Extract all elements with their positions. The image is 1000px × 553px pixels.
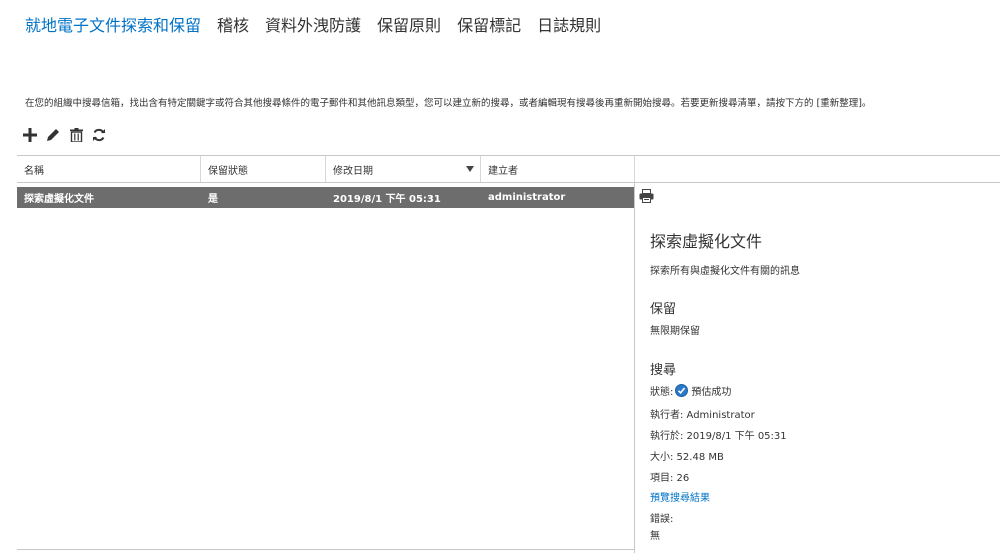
new-button[interactable]: [19, 124, 41, 146]
cell-modified-date: 2019/8/1 下午 05:31: [333, 194, 441, 205]
column-header-created-by[interactable]: 建立者: [481, 156, 635, 182]
column-header-modified-date[interactable]: 修改日期: [326, 156, 481, 182]
delete-button[interactable]: [65, 124, 87, 146]
grid-header: 名稱 保留狀態 修改日期 建立者: [17, 155, 1000, 183]
grid-bottom-border: [17, 549, 635, 550]
status-label: 狀態:: [650, 387, 674, 398]
column-header-spacer: [635, 156, 1000, 182]
detail-title: 探索虛擬化文件: [650, 232, 763, 251]
top-nav: 就地電子文件探索和保留 稽核 資料外洩防護 保留原則 保留標記 日誌規則: [25, 12, 617, 36]
errors-value: 無: [650, 531, 660, 542]
column-header-hold-status[interactable]: 保留狀態: [201, 156, 326, 182]
hold-heading: 保留: [650, 302, 677, 317]
tab-dlp[interactable]: 資料外洩防護: [265, 12, 361, 36]
search-heading: 搜尋: [650, 363, 677, 378]
status-line: 狀態: 預估成功: [650, 383, 731, 398]
tab-retention-policies[interactable]: 保留原則: [377, 12, 441, 36]
edit-button[interactable]: [42, 124, 64, 146]
cell-created-by: administrator: [488, 192, 566, 203]
cell-name: 探索虛擬化文件: [24, 194, 94, 205]
table-row[interactable]: 探索虛擬化文件 是 2019/8/1 下午 05:31 administrato…: [17, 187, 635, 208]
checkmark-icon: [675, 384, 689, 397]
preview-results-link[interactable]: 預覽搜尋結果: [650, 489, 710, 504]
result-size: 大小: 52.48 MB: [650, 452, 724, 463]
print-button[interactable]: [639, 188, 654, 207]
status-value: 預估成功: [691, 387, 732, 398]
refresh-icon: [93, 128, 105, 142]
column-header-modified-label: 修改日期: [333, 165, 373, 177]
pane-divider: [634, 183, 635, 553]
refresh-button[interactable]: [88, 124, 110, 146]
tab-auditing[interactable]: 稽核: [217, 12, 249, 36]
hold-value: 無限期保留: [650, 326, 700, 337]
tab-journal-rules[interactable]: 日誌規則: [537, 12, 601, 36]
plus-icon: [23, 128, 37, 142]
pencil-icon: [47, 129, 59, 141]
intro-text: 在您的組織中搜尋信箱，找出含有特定關鍵字或符合其他搜尋條件的電子郵件和其他訊息類…: [25, 98, 872, 109]
run-at: 執行於: 2019/8/1 下午 05:31: [650, 431, 787, 442]
printer-icon: [639, 189, 654, 203]
cell-hold-status: 是: [208, 194, 218, 205]
toolbar: [19, 124, 111, 146]
tab-ediscovery-hold[interactable]: 就地電子文件探索和保留: [25, 12, 201, 36]
detail-description: 探索所有與虛擬化文件有關的訊息: [650, 266, 800, 277]
tab-retention-tags[interactable]: 保留標記: [457, 12, 521, 36]
run-by: 執行者: Administrator: [650, 410, 755, 421]
errors-label: 錯誤:: [650, 514, 674, 525]
result-items: 項目: 26: [650, 473, 690, 484]
column-header-name[interactable]: 名稱: [17, 156, 201, 182]
sort-descending-icon: [466, 166, 474, 172]
trash-icon: [69, 128, 83, 142]
